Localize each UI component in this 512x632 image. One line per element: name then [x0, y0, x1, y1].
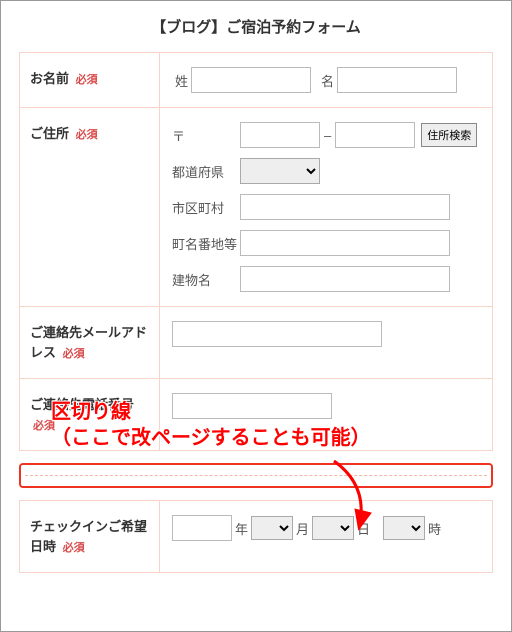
- form-table-2: チェックインご希望日時 必須 年 月 日 時: [19, 500, 493, 573]
- divider-line: [25, 475, 487, 476]
- required-badge: 必須: [63, 348, 85, 360]
- input-given[interactable]: [337, 67, 457, 93]
- select-pref[interactable]: [240, 158, 320, 184]
- divider-section: [19, 463, 493, 488]
- input-email[interactable]: [172, 321, 382, 347]
- input-year[interactable]: [172, 515, 232, 541]
- label-city: 市区町村: [172, 198, 240, 217]
- form-table: お名前 必須 姓 名 ご住所 必須 〒: [19, 52, 493, 451]
- label-street: 町名番地等: [172, 234, 240, 253]
- input-postal2[interactable]: [335, 122, 415, 148]
- input-phone[interactable]: [172, 393, 332, 419]
- row-phone: ご連絡先電話番号 必須: [20, 379, 493, 451]
- label-email: ご連絡先メールアドレス 必須: [20, 307, 160, 379]
- select-day[interactable]: [312, 516, 354, 540]
- unit-month: 月: [296, 519, 309, 538]
- label-phone-text: ご連絡先電話番号: [30, 397, 134, 412]
- label-checkin: チェックインご希望日時 必須: [20, 501, 160, 573]
- row-email: ご連絡先メールアドレス 必須: [20, 307, 493, 379]
- input-street[interactable]: [240, 230, 450, 256]
- unit-year: 年: [235, 519, 248, 538]
- divider-highlight-box: [19, 463, 493, 488]
- label-address-text: ご住所: [30, 126, 69, 141]
- input-postal1[interactable]: [240, 122, 320, 148]
- unit-day: 日: [357, 519, 370, 538]
- label-name: お名前 必須: [20, 53, 160, 108]
- address-search-button[interactable]: 住所検索: [421, 123, 477, 147]
- postal-prefix: 〒: [172, 126, 192, 145]
- label-address: ご住所 必須: [20, 108, 160, 307]
- input-surname[interactable]: [191, 67, 311, 93]
- input-city[interactable]: [240, 194, 450, 220]
- row-checkin: チェックインご希望日時 必須 年 月 日 時: [20, 501, 493, 573]
- form-container: 【ブログ】ご宿泊予約フォーム お名前 必須 姓 名 ご住所 必須: [1, 1, 511, 585]
- label-phone: ご連絡先電話番号 必須: [20, 379, 160, 451]
- label-name-text: お名前: [30, 71, 69, 86]
- label-checkin-text: チェックインご希望日時: [30, 519, 147, 554]
- dash-icon: –: [324, 128, 331, 143]
- select-month[interactable]: [251, 516, 293, 540]
- unit-hour: 時: [428, 519, 441, 538]
- required-badge: 必須: [76, 129, 98, 141]
- required-badge: 必須: [76, 74, 98, 86]
- label-email-text: ご連絡先メールアドレス: [30, 325, 147, 360]
- input-building[interactable]: [240, 266, 450, 292]
- form-title: 【ブログ】ご宿泊予約フォーム: [19, 16, 493, 37]
- row-address: ご住所 必須 〒 – 住所検索 都道府県 市区町村: [20, 108, 493, 307]
- label-pref: 都道府県: [172, 162, 240, 181]
- label-building: 建物名: [172, 270, 240, 289]
- prefix-surname: 姓: [175, 71, 188, 90]
- row-name: お名前 必須 姓 名: [20, 53, 493, 108]
- select-hour[interactable]: [383, 516, 425, 540]
- prefix-given: 名: [321, 71, 334, 90]
- required-badge: 必須: [63, 542, 85, 554]
- required-badge: 必須: [33, 420, 55, 432]
